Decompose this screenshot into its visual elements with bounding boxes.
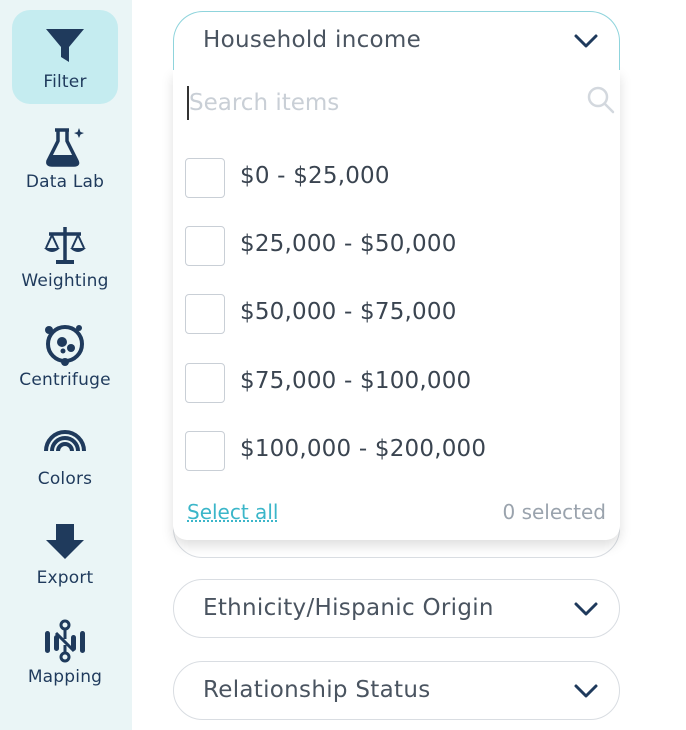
sidebar-item-label: Colors <box>37 469 93 489</box>
rainbow-icon <box>44 430 86 452</box>
filter-select-label: Household income <box>203 27 422 53</box>
search-icon <box>587 86 615 114</box>
option-checkbox[interactable] <box>185 294 225 334</box>
option-item[interactable]: $75,000 - $100,000 <box>185 361 605 405</box>
option-checkbox[interactable] <box>185 431 225 471</box>
option-label: $75,000 - $100,000 <box>240 368 472 394</box>
sidebar-item-colors[interactable]: Colors <box>12 407 118 501</box>
download-arrow-icon <box>46 524 84 559</box>
filter-select-ethnicity[interactable]: Ethnicity/Hispanic Origin <box>173 579 620 638</box>
select-all-link[interactable]: Select all <box>187 500 278 524</box>
sidebar-item-label: Mapping <box>27 667 103 687</box>
sidebar: Filter Data Lab Weighting Centrifuge Col… <box>0 0 132 730</box>
mapping-icon <box>45 619 85 663</box>
filter-panel: Ethnicity/Hispanic Origin Relationship S… <box>132 0 686 730</box>
scales-icon <box>44 227 86 264</box>
sidebar-item-label: Data Lab <box>25 172 105 192</box>
sidebar-item-label: Weighting <box>21 271 109 291</box>
sidebar-item-data-lab[interactable]: Data Lab <box>12 110 118 204</box>
option-label: $100,000 - $200,000 <box>240 436 487 462</box>
filter-select-label: Relationship Status <box>203 677 431 703</box>
sidebar-item-filter[interactable]: Filter <box>12 10 118 104</box>
option-label: $0 - $25,000 <box>240 163 390 189</box>
filter-select-label: Ethnicity/Hispanic Origin <box>203 595 494 621</box>
sidebar-item-label: Export <box>36 568 94 588</box>
sidebar-item-centrifuge[interactable]: Centrifuge <box>12 308 118 402</box>
option-label: $25,000 - $50,000 <box>240 231 457 257</box>
centrifuge-icon <box>45 325 84 366</box>
sidebar-item-mapping[interactable]: Mapping <box>12 605 118 699</box>
filter-select-relationship[interactable]: Relationship Status <box>173 661 620 720</box>
selected-count: 0 selected <box>502 500 606 524</box>
chevron-down-icon <box>574 34 598 48</box>
chevron-down-icon <box>574 602 598 616</box>
sidebar-item-weighting[interactable]: Weighting <box>12 209 118 303</box>
option-item[interactable]: $50,000 - $75,000 <box>185 292 605 336</box>
option-item[interactable]: $0 - $25,000 <box>185 156 605 200</box>
option-checkbox[interactable] <box>185 226 225 266</box>
flask-icon <box>46 128 84 167</box>
options-dropdown: $0 - $25,000 $25,000 - $50,000 $50,000 -… <box>173 70 620 540</box>
option-checkbox[interactable] <box>185 158 225 198</box>
option-item[interactable]: $25,000 - $50,000 <box>185 224 605 268</box>
chevron-down-icon <box>574 684 598 698</box>
search-input[interactable] <box>187 86 577 120</box>
filter-select-household-income[interactable]: Household income <box>173 11 620 70</box>
sidebar-item-label: Centrifuge <box>19 370 111 390</box>
option-item[interactable]: $100,000 - $200,000 <box>185 429 605 473</box>
funnel-icon <box>46 29 84 62</box>
sidebar-item-export[interactable]: Export <box>12 506 118 600</box>
sidebar-item-label: Filter <box>43 72 87 92</box>
option-label: $50,000 - $75,000 <box>240 299 457 325</box>
option-checkbox[interactable] <box>185 363 225 403</box>
